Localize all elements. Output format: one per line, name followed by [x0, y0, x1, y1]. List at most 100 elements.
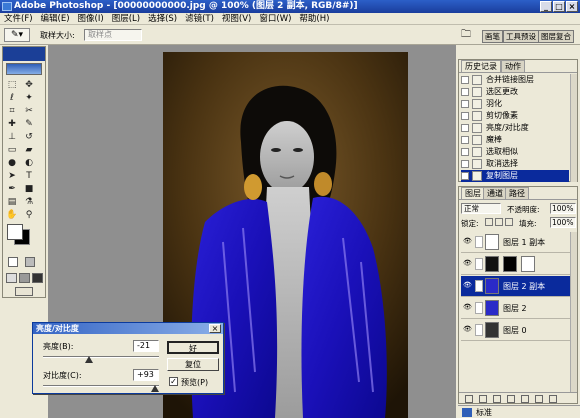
quick-mask-mode-icon[interactable]: [25, 257, 35, 267]
layer-link-box[interactable]: [475, 258, 483, 270]
history-item[interactable]: 魔棒: [461, 134, 569, 146]
history-item[interactable]: 取消选择: [461, 158, 569, 170]
foreground-color-swatch[interactable]: [7, 224, 23, 240]
history-item[interactable]: 羽化: [461, 98, 569, 110]
new-adjustment-layer-icon[interactable]: [521, 395, 529, 403]
eye-icon[interactable]: 👁: [463, 260, 472, 267]
marquee-tool-icon[interactable]: ⬚: [6, 79, 18, 91]
layer-row-selected[interactable]: 👁 图层 2 副本: [461, 276, 571, 297]
history-snapshot-checkbox[interactable]: [461, 76, 469, 84]
palette-well-tab-brushes[interactable]: 画笔: [482, 30, 503, 43]
path-selection-tool-icon[interactable]: ➤: [6, 170, 18, 182]
eye-icon[interactable]: 👁: [463, 238, 472, 245]
link-layers-icon[interactable]: [465, 395, 473, 403]
layer-style-icon[interactable]: [479, 395, 487, 403]
opacity-field[interactable]: 100%: [550, 203, 576, 214]
menu-help[interactable]: 帮助(H): [295, 13, 333, 25]
type-tool-icon[interactable]: T: [23, 170, 35, 182]
clone-stamp-tool-icon[interactable]: ⊥: [6, 131, 18, 143]
layer-row[interactable]: 👁: [461, 254, 571, 275]
eye-icon[interactable]: 👁: [463, 304, 472, 311]
eyedropper-tool-preset-icon[interactable]: ✎▾: [4, 28, 30, 42]
menu-file[interactable]: 文件(F): [0, 13, 37, 25]
magic-wand-tool-icon[interactable]: ✦: [23, 92, 35, 104]
move-tool-icon[interactable]: ✥: [23, 79, 35, 91]
dodge-tool-icon[interactable]: ◐: [23, 157, 35, 169]
file-browser-icon[interactable]: 🗀: [459, 28, 473, 42]
add-mask-icon[interactable]: [493, 395, 501, 403]
history-scrollbar[interactable]: [570, 74, 577, 182]
lock-pixels-icon[interactable]: [495, 218, 503, 226]
new-set-icon[interactable]: [507, 395, 515, 403]
history-item[interactable]: 合并链接图层: [461, 74, 569, 86]
menu-edit[interactable]: 编辑(E): [37, 13, 74, 25]
history-item[interactable]: 亮度/对比度: [461, 122, 569, 134]
history-snapshot-checkbox[interactable]: [461, 88, 469, 96]
tab-actions[interactable]: 动作: [501, 60, 525, 72]
history-snapshot-checkbox[interactable]: [461, 148, 469, 156]
history-item[interactable]: 选区更改: [461, 86, 569, 98]
history-snapshot-checkbox[interactable]: [461, 124, 469, 132]
menu-select[interactable]: 选择(S): [144, 13, 181, 25]
layer-link-box[interactable]: [475, 236, 483, 248]
layer-row[interactable]: 👁 图层 1 副本: [461, 232, 571, 253]
brightness-input[interactable]: -21: [133, 340, 159, 352]
layer-link-box[interactable]: [475, 302, 483, 314]
history-brush-tool-icon[interactable]: ↺: [23, 131, 35, 143]
layer-row[interactable]: 👁 图层 2: [461, 298, 571, 319]
layers-scrollbar[interactable]: [570, 232, 577, 392]
new-layer-icon[interactable]: [535, 395, 543, 403]
sample-size-select[interactable]: 取样点: [84, 29, 142, 41]
tab-channels[interactable]: 通道: [483, 187, 507, 199]
healing-brush-tool-icon[interactable]: ✚: [6, 118, 18, 130]
menu-view[interactable]: 视图(V): [218, 13, 255, 25]
layer-row[interactable]: 👁 图层 0: [461, 320, 571, 341]
maximize-button[interactable]: □: [553, 1, 565, 12]
layer-link-box[interactable]: [475, 324, 483, 336]
standard-mode-icon[interactable]: [8, 257, 18, 267]
close-button[interactable]: ×: [566, 1, 578, 12]
history-snapshot-checkbox[interactable]: [461, 136, 469, 144]
adjustment-layer-thumbnail[interactable]: [521, 256, 535, 272]
palette-well-tab-tool-presets[interactable]: 工具预设: [503, 30, 539, 43]
history-item[interactable]: 剪切像素: [461, 110, 569, 122]
palette-well-tab-layer-comps[interactable]: 图层复合: [538, 30, 574, 43]
history-snapshot-checkbox[interactable]: [461, 100, 469, 108]
contrast-slider-track[interactable]: [43, 385, 159, 387]
pen-tool-icon[interactable]: ✒: [6, 183, 18, 195]
history-item[interactable]: 选取相似: [461, 146, 569, 158]
history-snapshot-checkbox[interactable]: [461, 160, 469, 168]
menu-layer[interactable]: 图层(L): [108, 13, 144, 25]
brush-tool-icon[interactable]: ✎: [23, 118, 35, 130]
windows-taskbar-icon[interactable]: [462, 408, 472, 417]
lasso-tool-icon[interactable]: ℓ: [6, 92, 18, 104]
tab-history[interactable]: 历史记录: [461, 60, 501, 72]
eye-icon[interactable]: 👁: [463, 326, 472, 333]
brightness-slider-thumb[interactable]: [84, 356, 93, 363]
reset-button[interactable]: 复位: [167, 358, 219, 371]
history-snapshot-checkbox[interactable]: [461, 172, 469, 180]
menu-window[interactable]: 窗口(W): [255, 13, 295, 25]
screen-mode-full-icon[interactable]: [32, 273, 43, 283]
eye-icon[interactable]: 👁: [463, 282, 472, 289]
ok-button[interactable]: 好: [167, 341, 219, 354]
contrast-slider-thumb[interactable]: [150, 385, 159, 392]
slice-tool-icon[interactable]: ✂: [23, 105, 35, 117]
zoom-tool-icon[interactable]: ⚲: [23, 209, 35, 221]
screen-mode-full-menu-icon[interactable]: [19, 273, 30, 283]
lock-transparency-icon[interactable]: [485, 218, 493, 226]
blend-mode-select[interactable]: 正常: [461, 203, 501, 214]
menu-filter[interactable]: 滤镜(T): [181, 13, 218, 25]
screen-mode-standard-icon[interactable]: [6, 273, 17, 283]
fill-field[interactable]: 100%: [550, 217, 576, 228]
history-snapshot-checkbox[interactable]: [461, 112, 469, 120]
notes-tool-icon[interactable]: ▤: [6, 196, 18, 208]
dialog-close-button[interactable]: ×: [209, 324, 221, 333]
blur-tool-icon[interactable]: ●: [6, 157, 18, 169]
menu-image[interactable]: 图像(I): [74, 13, 108, 25]
minimize-button[interactable]: _: [540, 1, 552, 12]
hand-tool-icon[interactable]: ✋: [6, 209, 18, 221]
layer-mask-thumbnail[interactable]: [503, 256, 517, 272]
tab-paths[interactable]: 路径: [505, 187, 529, 199]
preview-checkbox[interactable]: ✓: [169, 377, 178, 386]
